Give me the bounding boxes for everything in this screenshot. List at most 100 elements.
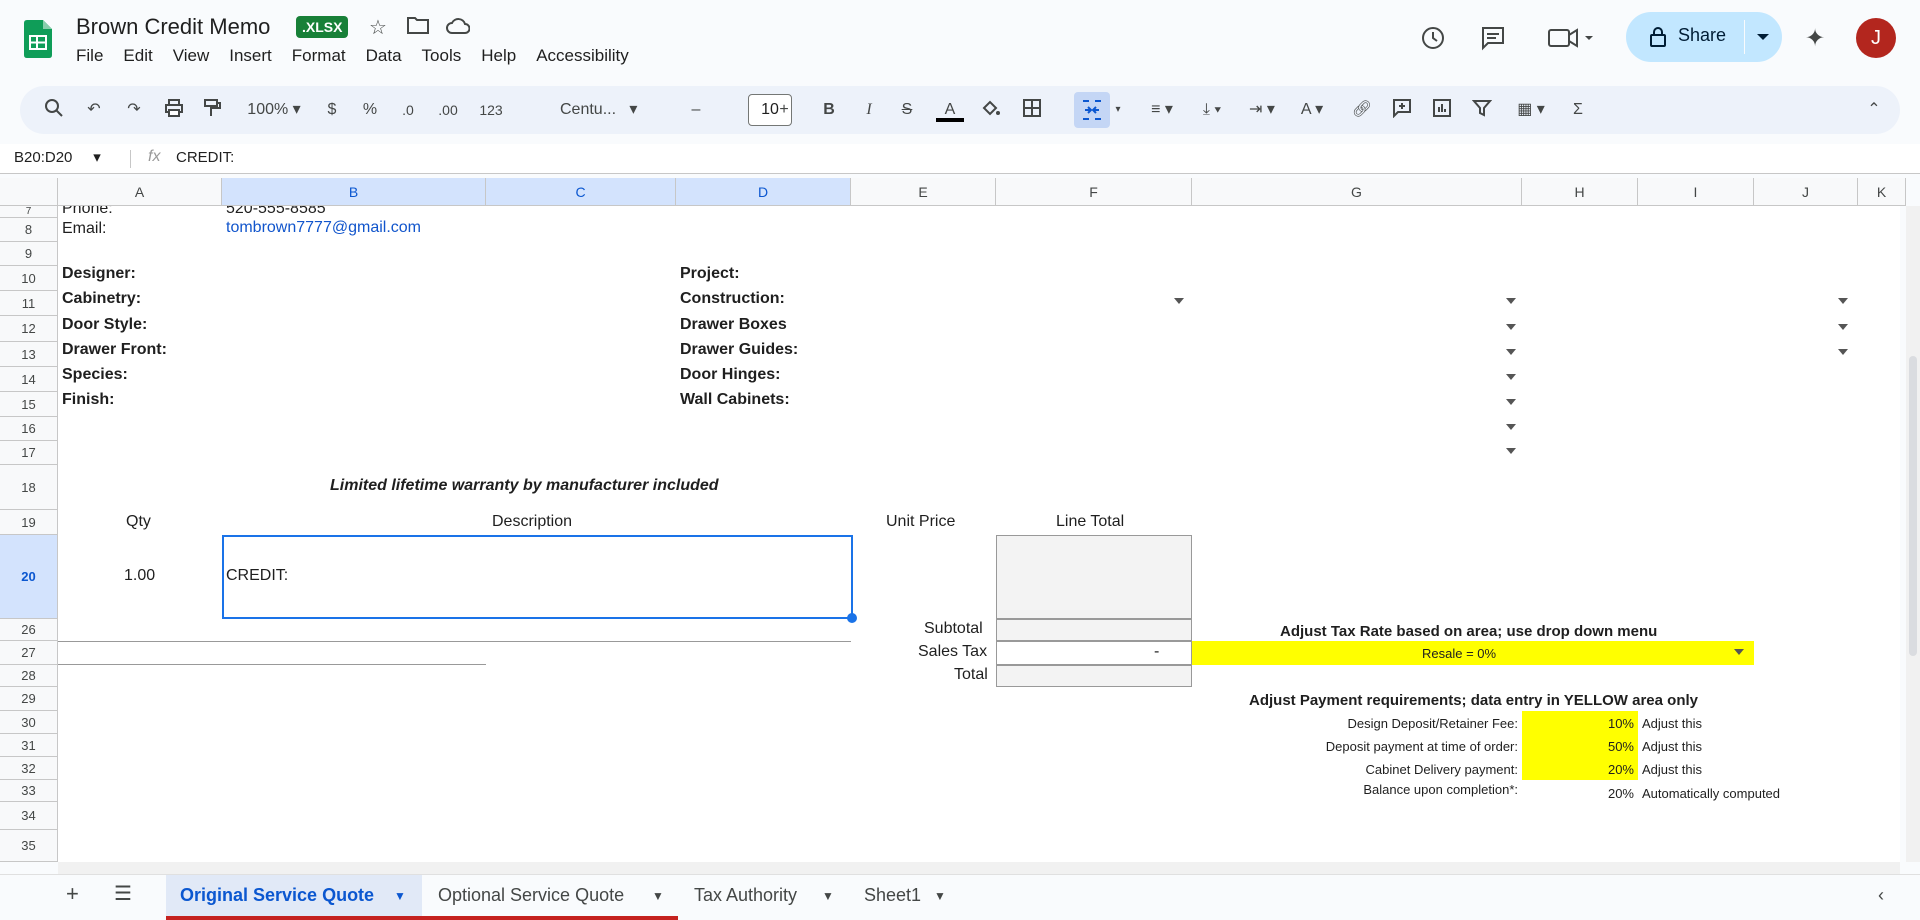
cabinetry-label[interactable]: Cabinetry: xyxy=(62,290,141,308)
sheets-logo-icon[interactable] xyxy=(24,20,52,58)
subtotal-cell[interactable] xyxy=(996,619,1192,641)
row-header[interactable]: 27 xyxy=(0,641,58,665)
strikethrough-button[interactable]: S xyxy=(896,98,918,122)
currency-format-button[interactable]: $ xyxy=(322,98,342,122)
name-box[interactable]: B20:D20 ▾ xyxy=(14,148,101,166)
borders-icon[interactable] xyxy=(1020,98,1044,122)
door-style-label[interactable]: Door Style: xyxy=(62,316,147,334)
font-size-increase-button[interactable]: + xyxy=(774,98,794,122)
email-label[interactable]: Email: xyxy=(62,220,106,238)
payment-label[interactable]: Deposit payment at time of order: xyxy=(1290,739,1518,754)
fill-color-icon[interactable] xyxy=(978,98,1002,122)
vertical-scrollbar[interactable] xyxy=(1906,206,1920,862)
row-header[interactable]: 14 xyxy=(0,367,58,392)
row-header[interactable]: 19 xyxy=(0,510,58,535)
payment-label[interactable]: Design Deposit/Retainer Fee: xyxy=(1330,716,1518,731)
move-folder-icon[interactable] xyxy=(406,16,430,40)
payment-note[interactable]: Adjust this xyxy=(1642,716,1702,731)
horizontal-scrollbar[interactable] xyxy=(58,862,1900,874)
sheet-tab-sheet1[interactable]: Sheet1 ▼ xyxy=(852,875,962,920)
gemini-sparkle-icon[interactable]: ✦ xyxy=(1800,24,1830,54)
collapse-toolbar-icon[interactable]: ⌃ xyxy=(1862,98,1886,122)
col-header-e[interactable]: E xyxy=(851,178,996,206)
text-color-button[interactable]: A xyxy=(936,98,964,122)
payment-note[interactable]: Automatically computed xyxy=(1642,786,1780,801)
row-header[interactable]: 26 xyxy=(0,619,58,641)
merge-cells-button[interactable] xyxy=(1074,92,1110,128)
dropdown-chevron-icon[interactable] xyxy=(1506,298,1516,304)
line-total-header[interactable]: Line Total xyxy=(1056,513,1124,531)
document-title[interactable]: Brown Credit Memo xyxy=(76,14,270,40)
comments-icon[interactable] xyxy=(1478,24,1508,54)
construction-label[interactable]: Construction: xyxy=(680,290,785,308)
col-header-h[interactable]: H xyxy=(1522,178,1638,206)
row-header[interactable]: 20 xyxy=(0,535,58,619)
add-sheet-icon[interactable]: + xyxy=(66,881,79,907)
drawer-guides-label[interactable]: Drawer Guides: xyxy=(680,341,798,359)
menu-tools[interactable]: Tools xyxy=(422,46,462,66)
dropdown-chevron-icon[interactable] xyxy=(1174,298,1184,304)
qty-header[interactable]: Qty xyxy=(126,513,151,531)
sheet-tab-dropdown-icon[interactable]: ▼ xyxy=(822,889,834,903)
payment-note[interactable]: Adjust Payment requirements; data entry … xyxy=(1249,692,1698,709)
star-icon[interactable]: ☆ xyxy=(366,16,390,40)
subtotal-label[interactable]: Subtotal xyxy=(924,620,983,638)
search-menus-icon[interactable] xyxy=(42,98,66,122)
all-sheets-icon[interactable]: ☰ xyxy=(114,881,132,906)
row-header[interactable]: 16 xyxy=(0,417,58,441)
tax-note[interactable]: Adjust Tax Rate based on area; use drop … xyxy=(1280,623,1657,640)
col-header-c[interactable]: C xyxy=(486,178,676,206)
designer-label[interactable]: Designer: xyxy=(62,265,136,283)
col-header-j[interactable]: J xyxy=(1754,178,1858,206)
bold-button[interactable]: B xyxy=(818,98,840,122)
row-header[interactable]: 10 xyxy=(0,266,58,291)
row-header[interactable]: 8 xyxy=(0,218,58,242)
share-dropdown-icon[interactable] xyxy=(1756,33,1770,41)
row-header[interactable]: 12 xyxy=(0,316,58,342)
payment-label[interactable]: Balance upon completion*: xyxy=(1330,782,1518,797)
qty-value[interactable]: 1.00 xyxy=(124,567,155,585)
menu-help[interactable]: Help xyxy=(481,46,516,66)
increase-decimal-button[interactable]: .00 xyxy=(432,98,464,122)
avatar[interactable]: J xyxy=(1856,18,1896,58)
payment-value[interactable]: 10% xyxy=(1578,716,1634,731)
zoom-select[interactable]: 100% ▾ xyxy=(242,98,306,122)
percent-format-button[interactable]: % xyxy=(360,98,380,122)
font-size-decrease-button[interactable]: – xyxy=(686,98,706,122)
table-view-icon[interactable]: ▦ ▾ xyxy=(1510,98,1552,122)
payment-note[interactable]: Adjust this xyxy=(1642,739,1702,754)
species-label[interactable]: Species: xyxy=(62,366,128,384)
text-wrapping-icon[interactable]: ⇥ ▾ xyxy=(1242,98,1282,122)
undo-icon[interactable]: ↶ xyxy=(82,98,106,122)
row-header[interactable]: 34 xyxy=(0,802,58,830)
sheet-tab-dropdown-icon[interactable]: ▼ xyxy=(934,889,946,903)
more-formats-button[interactable]: 123 xyxy=(474,98,508,122)
dropdown-chevron-icon[interactable] xyxy=(1838,324,1848,330)
text-rotation-icon[interactable]: A ▾ xyxy=(1292,98,1332,122)
font-select[interactable]: Centu... ▾ xyxy=(560,98,660,122)
cloud-status-icon[interactable] xyxy=(446,16,471,40)
vertical-scroll-thumb[interactable] xyxy=(1909,356,1917,656)
insert-link-icon[interactable]: 🔗︎ xyxy=(1350,98,1374,122)
selected-range[interactable] xyxy=(222,535,853,619)
sheet-tab-dropdown-icon[interactable]: ▼ xyxy=(652,889,664,903)
sales-tax-value[interactable]: - xyxy=(1154,643,1159,661)
menu-view[interactable]: View xyxy=(173,46,210,66)
phone-label[interactable]: Phone: xyxy=(62,206,113,218)
paint-format-icon[interactable] xyxy=(200,98,224,122)
row-header[interactable]: 35 xyxy=(0,830,58,862)
formula-input[interactable]: CREDIT: xyxy=(176,149,234,166)
row-header[interactable]: 31 xyxy=(0,734,58,757)
sales-tax-label[interactable]: Sales Tax xyxy=(918,643,987,661)
description-header[interactable]: Description xyxy=(492,513,572,531)
dropdown-chevron-icon[interactable] xyxy=(1838,349,1848,355)
insert-chart-icon[interactable] xyxy=(1430,98,1454,122)
row-header[interactable]: 7 xyxy=(0,206,58,218)
wall-cabinets-label[interactable]: Wall Cabinets: xyxy=(680,391,790,409)
drawer-boxes-label[interactable]: Drawer Boxes xyxy=(680,316,787,334)
phone-value[interactable]: 520-555-8585 xyxy=(226,206,326,218)
row-header[interactable]: 30 xyxy=(0,711,58,734)
fill-handle[interactable] xyxy=(847,613,857,623)
dropdown-chevron-icon[interactable] xyxy=(1506,448,1516,454)
row-header[interactable]: 33 xyxy=(0,780,58,802)
